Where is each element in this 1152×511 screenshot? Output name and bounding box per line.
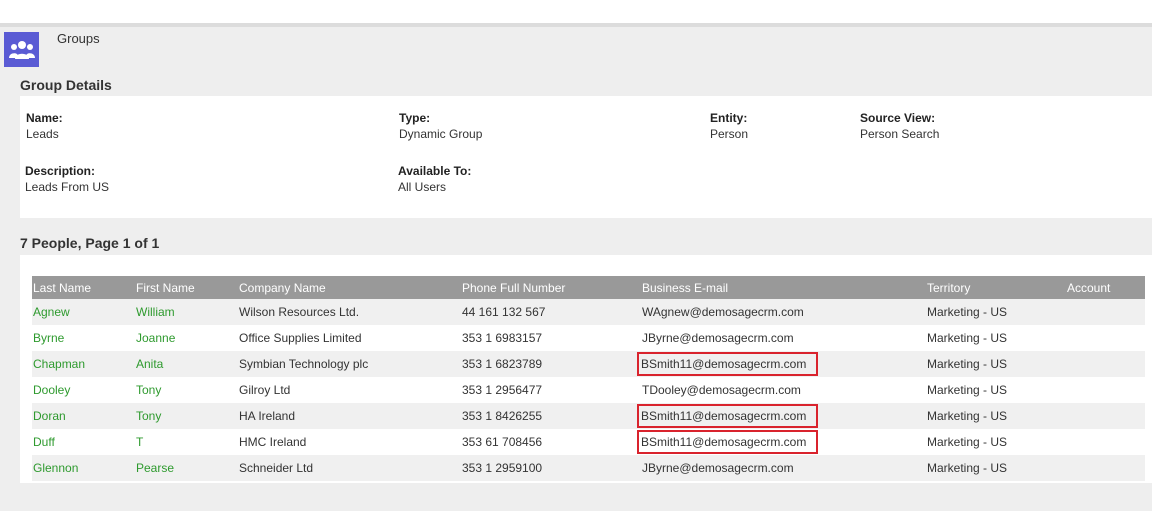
table-header-row: Last Name First Name Company Name Phone … — [32, 276, 1145, 299]
business-email-cell: BSmith11@demosagecrm.com — [636, 429, 926, 455]
account-cell — [1066, 351, 1145, 377]
source-view-value: Person Search — [860, 127, 940, 141]
last-name-link[interactable]: Chapman — [32, 351, 135, 377]
phone-cell: 353 1 8426255 — [462, 409, 543, 423]
company-name-cell: Gilroy Ltd — [239, 383, 291, 397]
table-row[interactable]: Agnew William Wilson Resources Ltd. 44 161 … — [32, 299, 1145, 325]
first-name-link[interactable]: Anita — [135, 351, 238, 377]
phone-cell: 353 1 2956477 — [462, 383, 543, 397]
company-name-cell: Symbian Technology plc — [239, 357, 369, 371]
account-cell — [1066, 403, 1145, 429]
account-cell — [1066, 455, 1145, 481]
table-row[interactable]: Byrne Joanne Office Supplies Limited 353 1 … — [32, 325, 1145, 351]
account-cell — [1066, 325, 1145, 351]
business-email-cell: BSmith11@demosagecrm.com — [636, 403, 926, 429]
territory-cell: Marketing - US — [927, 461, 1008, 475]
phone-cell: 353 1 6823789 — [462, 357, 543, 371]
table-row[interactable]: Duff T HMC Ireland 353 61 708456 BSmith11@de… — [32, 429, 1145, 455]
territory-cell: Marketing - US — [927, 435, 1008, 449]
people-group-icon — [4, 32, 39, 67]
first-name-link[interactable]: Tony — [135, 377, 238, 403]
name-label: Name: — [26, 111, 63, 125]
table-row[interactable]: Doran Tony HA Ireland 353 1 8426255 BSmith11… — [32, 403, 1145, 429]
column-header-first-name[interactable]: First Name — [135, 276, 238, 299]
description-label: Description: — [25, 164, 96, 178]
name-value: Leads — [26, 127, 59, 141]
territory-cell: Marketing - US — [927, 383, 1008, 397]
first-name-link[interactable]: Tony — [135, 403, 238, 429]
highlighted-email: BSmith11@demosagecrm.com — [636, 404, 819, 428]
phone-cell: 353 1 6983157 — [462, 331, 543, 345]
territory-cell: Marketing - US — [927, 331, 1008, 345]
available-to-label: Available To: — [398, 164, 472, 178]
column-header-phone[interactable]: Phone Full Number — [461, 276, 641, 299]
business-email-cell: WAgnew@demosagecrm.com — [642, 305, 804, 319]
first-name-link[interactable]: Pearse — [135, 455, 238, 481]
phone-cell: 353 61 708456 — [462, 435, 543, 449]
source-view-label: Source View: — [860, 111, 936, 125]
column-header-business-email[interactable]: Business E-mail — [641, 276, 926, 299]
last-name-link[interactable]: Agnew — [32, 299, 135, 325]
type-field: Type: Dynamic Group — [399, 111, 482, 141]
company-name-cell: Schneider Ltd — [239, 461, 314, 475]
entity-label: Entity: — [710, 111, 748, 125]
last-name-link[interactable]: Dooley — [32, 377, 135, 403]
top-bar — [0, 0, 1152, 23]
phone-cell: 353 1 2959100 — [462, 461, 543, 475]
account-cell — [1066, 377, 1145, 403]
description-field: Description: Leads From US — [25, 164, 109, 194]
account-cell — [1066, 429, 1145, 455]
first-name-link[interactable]: William — [135, 299, 238, 325]
company-name-cell: Office Supplies Limited — [239, 331, 362, 345]
table-row[interactable]: Chapman Anita Symbian Technology plc 353 1 … — [32, 351, 1145, 377]
highlighted-email: BSmith11@demosagecrm.com — [636, 430, 819, 454]
last-name-link[interactable]: Duff — [32, 429, 135, 455]
available-to-value: All Users — [398, 180, 447, 194]
description-value: Leads From US — [25, 180, 110, 194]
table-row[interactable]: Glennon Pearse Schneider Ltd 353 1 2959100 J… — [32, 455, 1145, 481]
territory-cell: Marketing - US — [927, 409, 1008, 423]
people-count-heading: 7 People, Page 1 of 1 — [20, 235, 160, 251]
name-field: Name: Leads — [26, 111, 63, 141]
first-name-link[interactable]: Joanne — [135, 325, 238, 351]
table-row[interactable]: Dooley Tony Gilroy Ltd 353 1 2956477 TDooley… — [32, 377, 1145, 403]
first-name-link[interactable]: T — [135, 429, 238, 455]
last-name-link[interactable]: Glennon — [32, 455, 135, 481]
phone-cell: 44 161 132 567 — [462, 305, 546, 319]
top-divider — [0, 23, 1152, 27]
company-name-cell: HA Ireland — [239, 409, 296, 423]
company-name-cell: Wilson Resources Ltd. — [239, 305, 360, 319]
business-email-cell: JByrne@demosagecrm.com — [642, 331, 794, 345]
company-name-cell: HMC Ireland — [239, 435, 307, 449]
territory-cell: Marketing - US — [927, 357, 1008, 371]
account-cell — [1066, 299, 1145, 325]
group-details-heading: Group Details — [20, 77, 112, 93]
type-label: Type: — [399, 111, 431, 125]
people-table: Last Name First Name Company Name Phone … — [32, 276, 1145, 481]
available-to-field: Available To: All Users — [398, 164, 471, 194]
source-view-field: Source View: Person Search — [860, 111, 939, 141]
type-value: Dynamic Group — [399, 127, 483, 141]
app-title: Groups — [57, 31, 100, 46]
last-name-link[interactable]: Doran — [32, 403, 135, 429]
column-header-account[interactable]: Account — [1066, 276, 1145, 299]
column-header-last-name[interactable]: Last Name — [32, 276, 135, 299]
column-header-territory[interactable]: Territory — [926, 276, 1066, 299]
people-list-panel: Last Name First Name Company Name Phone … — [20, 255, 1152, 483]
highlighted-email: BSmith11@demosagecrm.com — [636, 352, 819, 376]
territory-cell: Marketing - US — [927, 305, 1008, 319]
entity-value: Person — [710, 127, 749, 141]
business-email-cell: JByrne@demosagecrm.com — [642, 461, 794, 475]
business-email-cell: BSmith11@demosagecrm.com — [636, 351, 926, 377]
column-header-company-name[interactable]: Company Name — [238, 276, 461, 299]
last-name-link[interactable]: Byrne — [32, 325, 135, 351]
business-email-cell: TDooley@demosagecrm.com — [642, 383, 801, 397]
entity-field: Entity: Person — [710, 111, 748, 141]
group-details-panel: Name: Leads Type: Dynamic Group Entity: … — [20, 96, 1152, 218]
